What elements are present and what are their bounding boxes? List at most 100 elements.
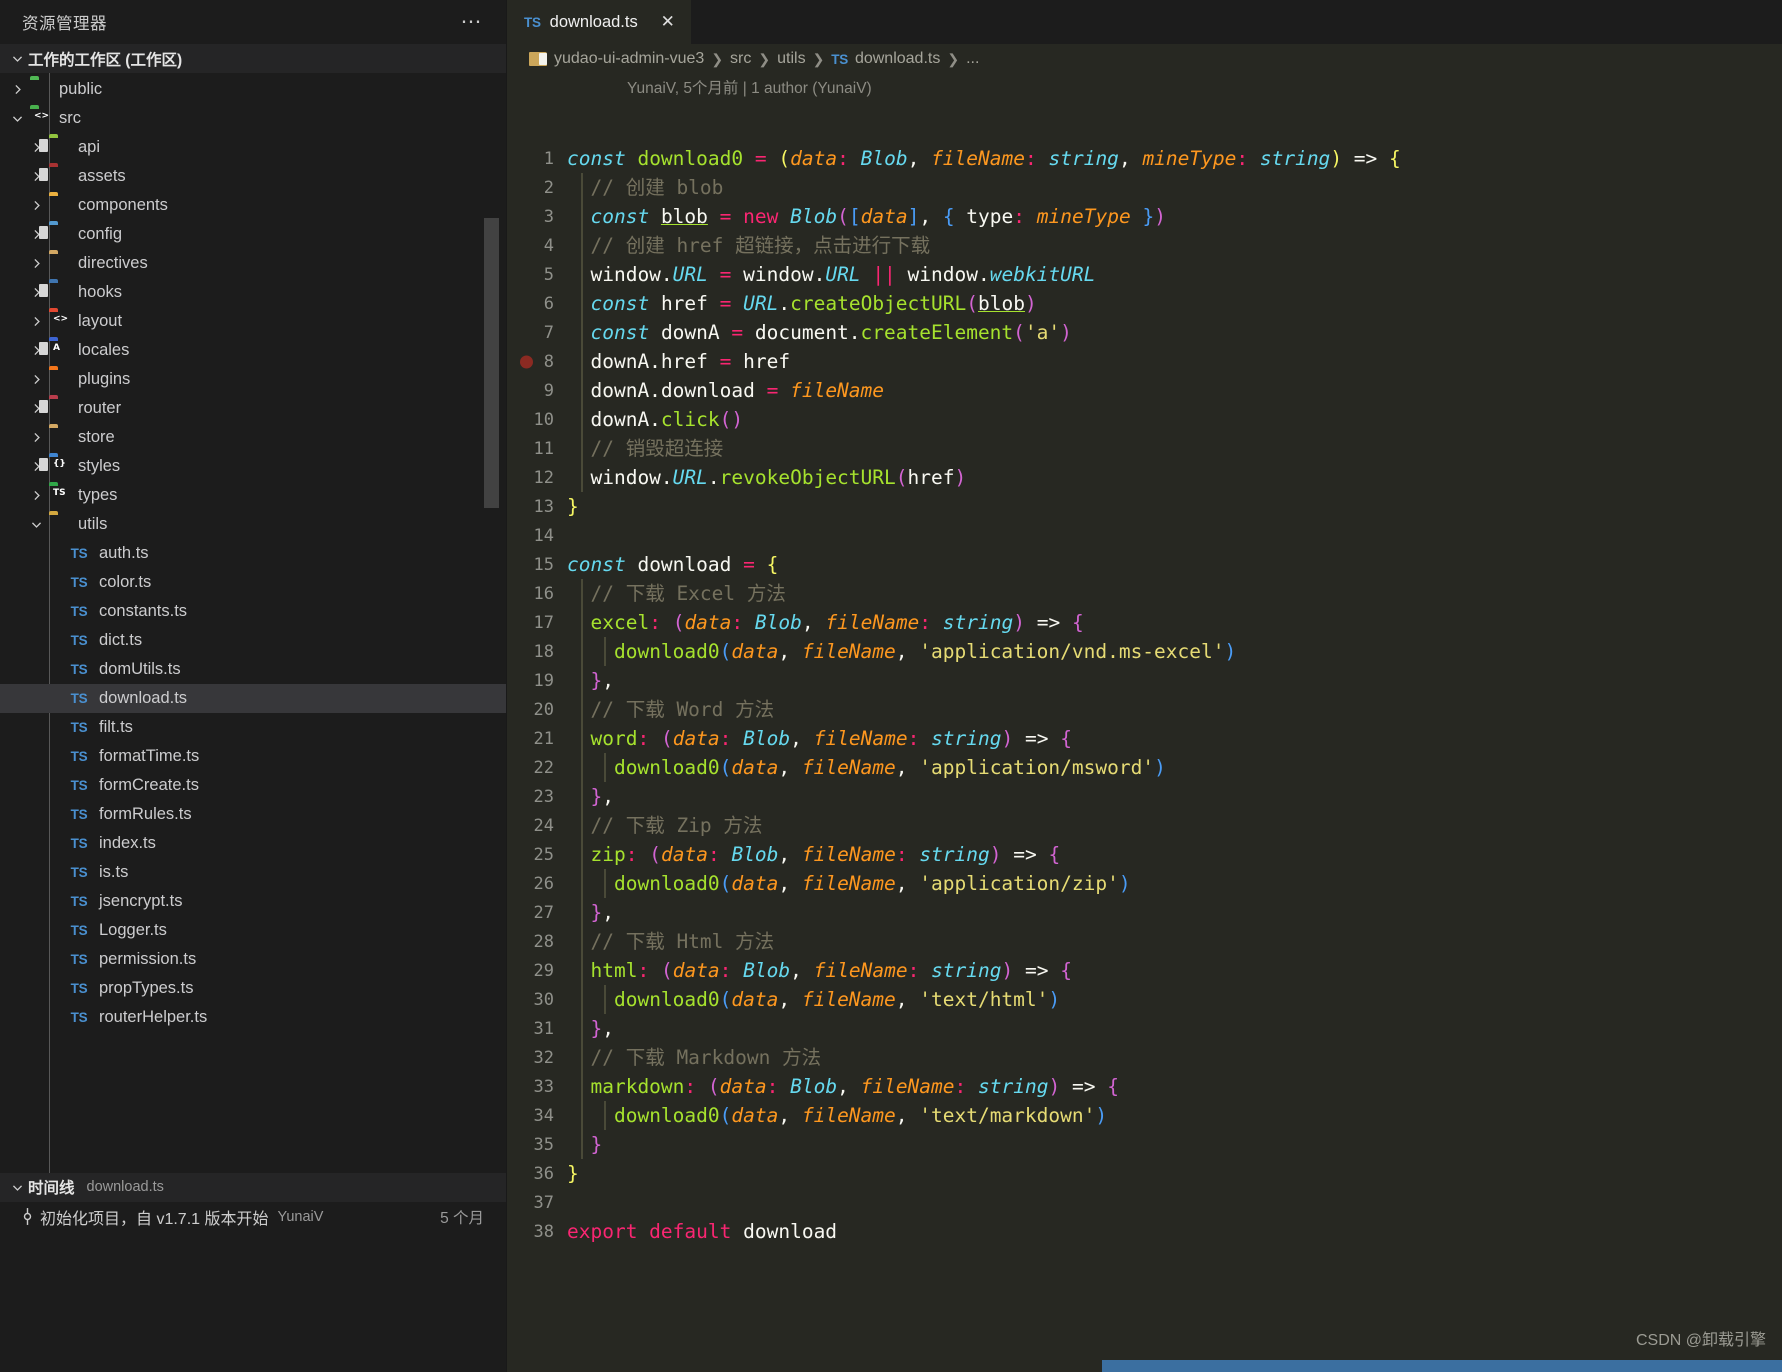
code-line[interactable]: 28 // 下载 Html 方法 — [507, 927, 1782, 956]
tree-folder-row[interactable]: hooks — [0, 278, 506, 307]
code-line[interactable]: 26 download0(data, fileName, 'applicatio… — [507, 869, 1782, 898]
tree-file-row[interactable]: TS download.ts — [0, 684, 506, 713]
tree-folder-row[interactable]: api — [0, 133, 506, 162]
code-line[interactable]: 10 downA.click() — [507, 405, 1782, 434]
workspace-root-row[interactable]: 工作的工作区 (工作区) — [0, 44, 506, 73]
code-line[interactable]: 11 // 销毁超连接 — [507, 434, 1782, 463]
tree-folder-row[interactable]: plugins — [0, 365, 506, 394]
code-editor[interactable]: 1 const download0 = (data: Blob, fileName… — [507, 144, 1782, 1372]
chevron-right-icon[interactable] — [25, 257, 47, 270]
code-line[interactable]: 24 // 下载 Zip 方法 — [507, 811, 1782, 840]
code-line[interactable]: 20 // 下载 Word 方法 — [507, 695, 1782, 724]
horizontal-scrollbar[interactable] — [1102, 1360, 1782, 1372]
code-line[interactable]: 17 excel: (data: Blob, fileName: string)… — [507, 608, 1782, 637]
tree-folder-row[interactable]: TS types — [0, 481, 506, 510]
code-line[interactable]: 19 }, — [507, 666, 1782, 695]
code-line[interactable]: 6 const href = URL.createObjectURL(blob) — [507, 289, 1782, 318]
tree-folder-row[interactable]: components — [0, 191, 506, 220]
code-line[interactable]: 21 word: (data: Blob, fileName: string) … — [507, 724, 1782, 753]
timeline-header[interactable]: 时间线 download.ts — [0, 1172, 506, 1202]
code-line[interactable]: 13} — [507, 492, 1782, 521]
code-line[interactable]: 15 const download = { — [507, 550, 1782, 579]
chevron-right-icon[interactable] — [25, 315, 47, 328]
ellipsis-icon[interactable]: ⋯ — [455, 11, 491, 32]
tree-file-row[interactable]: TS is.ts — [0, 858, 506, 887]
tree-file-row[interactable]: TS dict.ts — [0, 626, 506, 655]
git-blame-annotation: YunaiV, 5个月前 | 1 author (YunaiV) — [507, 74, 1782, 100]
tree-file-row[interactable]: TS filt.ts — [0, 713, 506, 742]
chevron-down-icon[interactable] — [6, 112, 28, 125]
code-line[interactable]: 37 — [507, 1188, 1782, 1217]
tree-folder-row[interactable]: {} styles — [0, 452, 506, 481]
tree-folder-row[interactable]: router — [0, 394, 506, 423]
chevron-right-icon[interactable] — [25, 373, 47, 386]
breadcrumb-part-0[interactable]: yudao-ui-admin-vue3 — [554, 50, 704, 68]
breadcrumb-part-1[interactable]: src — [730, 50, 751, 68]
code-line[interactable]: 29 html: (data: Blob, fileName: string) … — [507, 956, 1782, 985]
close-icon[interactable]: ✕ — [657, 11, 679, 33]
code-line[interactable]: 8 downA.href = href — [507, 347, 1782, 376]
code-token: , — [895, 988, 920, 1011]
tree-file-row[interactable]: TS routerHelper.ts — [0, 1003, 506, 1032]
code-line[interactable]: 27 }, — [507, 898, 1782, 927]
code-line[interactable]: 30 download0(data, fileName, 'text/html'… — [507, 985, 1782, 1014]
breakpoint-icon[interactable] — [520, 355, 533, 368]
breadcrumb[interactable]: yudao-ui-admin-vue3 ❯ src ❯ utils ❯ TS d… — [507, 44, 1782, 74]
code-line[interactable]: 7 const downA = document.createElement('… — [507, 318, 1782, 347]
code-token: { — [766, 553, 779, 576]
chevron-right-icon[interactable] — [25, 431, 47, 444]
code-line[interactable]: 14 — [507, 521, 1782, 550]
timeline-item[interactable]: 初始化项目，自 v1.7.1 版本开始 YunaiV 5 个月 — [0, 1202, 506, 1232]
code-line[interactable]: 9 downA.download = fileName — [507, 376, 1782, 405]
tree-folder-row[interactable]: <> layout — [0, 307, 506, 336]
breadcrumb-more[interactable]: ... — [966, 50, 979, 68]
tree-file-row[interactable]: TS formRules.ts — [0, 800, 506, 829]
code-line[interactable]: 4 // 创建 href 超链接，点击进行下载 — [507, 231, 1782, 260]
breadcrumb-part-2[interactable]: utils — [777, 50, 805, 68]
tree-file-row[interactable]: TS formCreate.ts — [0, 771, 506, 800]
code-line[interactable]: 22 download0(data, fileName, 'applicatio… — [507, 753, 1782, 782]
code-line[interactable]: 31 }, — [507, 1014, 1782, 1043]
tree-file-row[interactable]: TS color.ts — [0, 568, 506, 597]
tree-folder-row[interactable]: store — [0, 423, 506, 452]
chevron-down-icon[interactable] — [25, 518, 47, 531]
code-line-content: window.URL = window.URL || window.webkit… — [567, 260, 1095, 289]
tab-download-ts[interactable]: TS download.ts ✕ — [507, 0, 691, 44]
code-line[interactable]: 1 const download0 = (data: Blob, fileName… — [507, 144, 1782, 173]
code-line[interactable]: 25 zip: (data: Blob, fileName: string) =… — [507, 840, 1782, 869]
code-line[interactable]: 33 markdown: (data: Blob, fileName: stri… — [507, 1072, 1782, 1101]
code-line[interactable]: 3 const blob = new Blob([data], { type: … — [507, 202, 1782, 231]
tree-file-row[interactable]: TS constants.ts — [0, 597, 506, 626]
chevron-right-icon[interactable] — [25, 489, 47, 502]
tree-file-row[interactable]: TS Logger.ts — [0, 916, 506, 945]
tree-folder-row[interactable]: assets — [0, 162, 506, 191]
code-line[interactable]: 32 // 下载 Markdown 方法 — [507, 1043, 1782, 1072]
code-line[interactable]: 12 window.URL.revokeObjectURL(href) — [507, 463, 1782, 492]
code-line[interactable]: 5 window.URL = window.URL || window.webk… — [507, 260, 1782, 289]
code-line[interactable]: 34 download0(data, fileName, 'text/markd… — [507, 1101, 1782, 1130]
code-line[interactable]: 18 download0(data, fileName, 'applicatio… — [507, 637, 1782, 666]
tree-folder-row[interactable]: utils — [0, 510, 506, 539]
chevron-right-icon[interactable] — [25, 199, 47, 212]
code-line[interactable]: 23 }, — [507, 782, 1782, 811]
chevron-right-icon[interactable] — [6, 83, 28, 96]
tree-file-row[interactable]: TS permission.ts — [0, 945, 506, 974]
tree-folder-row[interactable]: <> src — [0, 104, 506, 133]
breadcrumb-file[interactable]: download.ts — [855, 50, 940, 68]
tree-file-row[interactable]: TS propTypes.ts — [0, 974, 506, 1003]
tree-folder-row[interactable]: directives — [0, 249, 506, 278]
code-line[interactable]: 38 export default download — [507, 1217, 1782, 1246]
file-tree[interactable]: public <> src api assets components config dire… — [0, 73, 506, 1173]
tree-file-row[interactable]: TS auth.ts — [0, 539, 506, 568]
tree-folder-row[interactable]: public — [0, 75, 506, 104]
tree-file-row[interactable]: TS index.ts — [0, 829, 506, 858]
tree-folder-row[interactable]: Alocales — [0, 336, 506, 365]
tree-file-row[interactable]: TS formatTime.ts — [0, 742, 506, 771]
tree-file-row[interactable]: TS jsencrypt.ts — [0, 887, 506, 916]
code-line[interactable]: 16 // 下载 Excel 方法 — [507, 579, 1782, 608]
code-line[interactable]: 35 } — [507, 1130, 1782, 1159]
tree-file-row[interactable]: TS domUtils.ts — [0, 655, 506, 684]
code-line[interactable]: 2 // 创建 blob — [507, 173, 1782, 202]
tree-folder-row[interactable]: config — [0, 220, 506, 249]
code-line[interactable]: 36} — [507, 1159, 1782, 1188]
